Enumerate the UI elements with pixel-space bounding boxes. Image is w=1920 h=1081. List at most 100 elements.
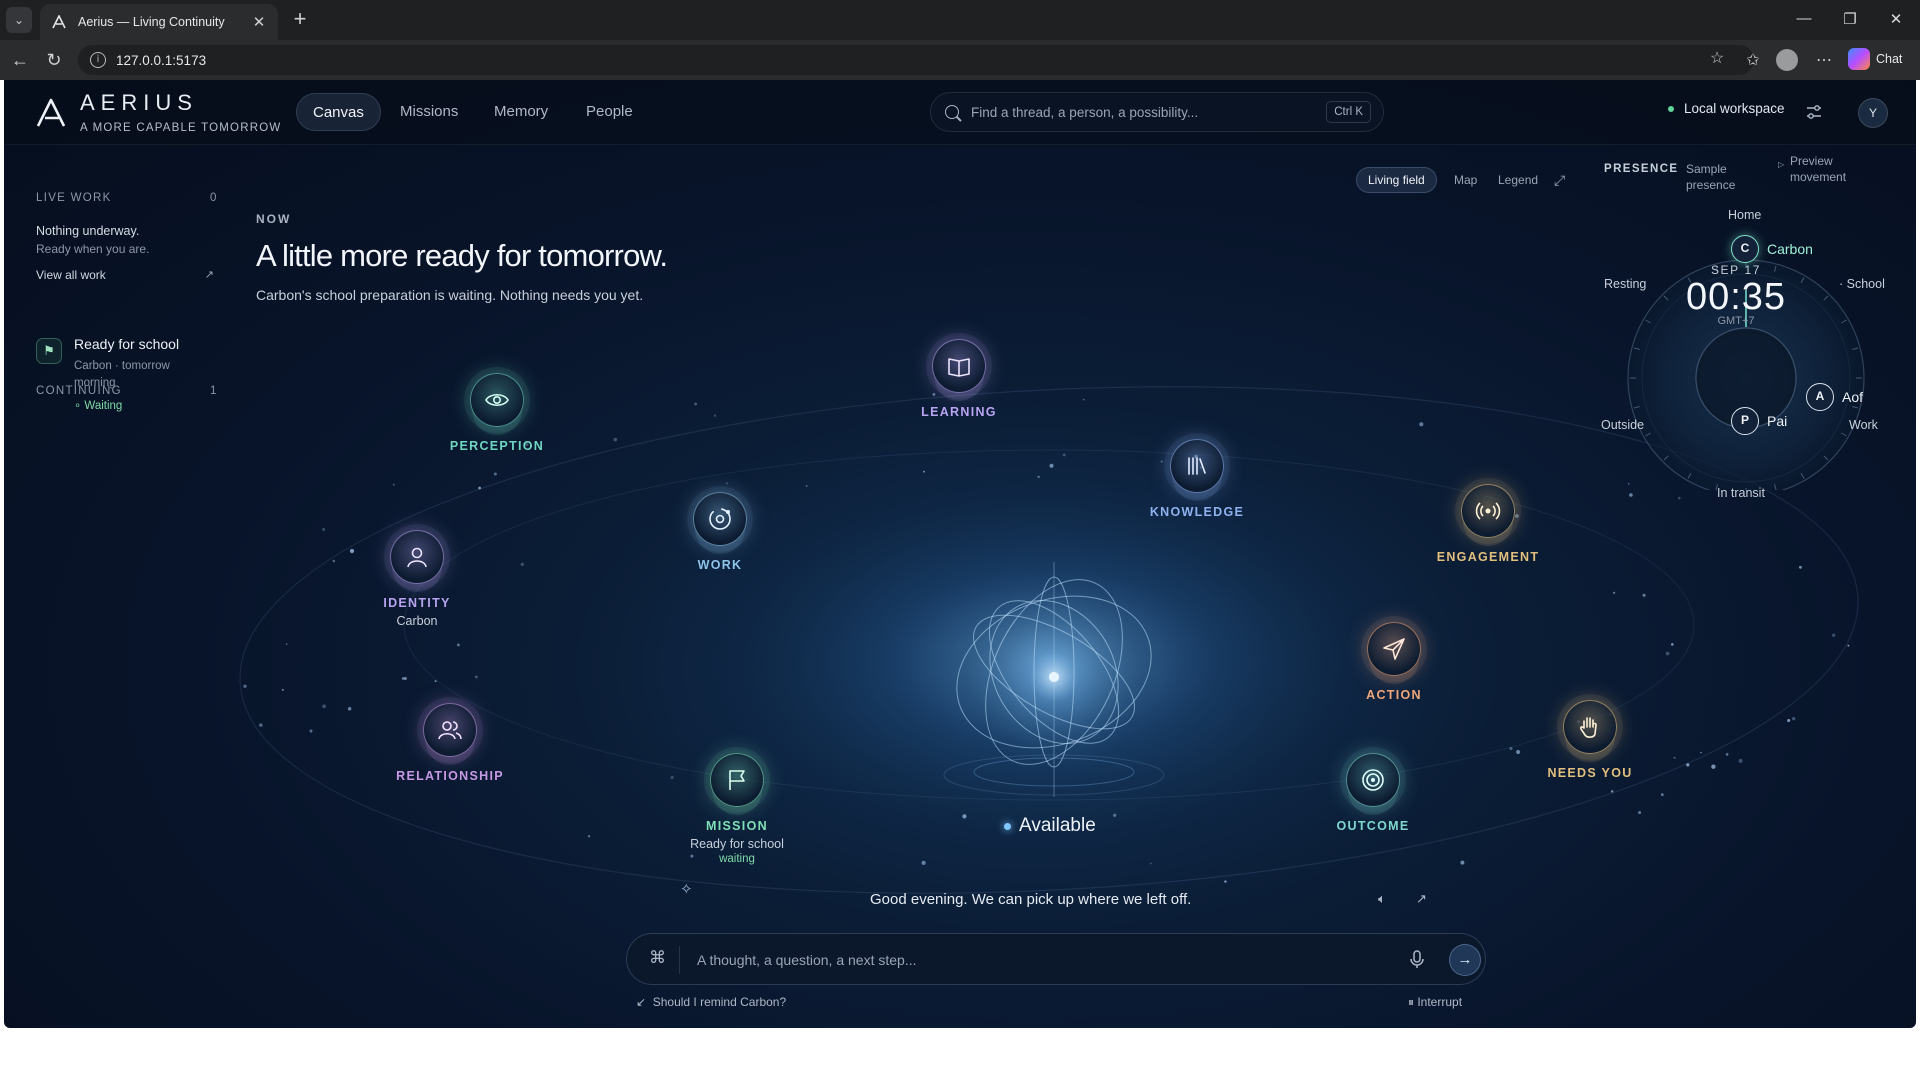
presence-mode[interactable]: Sample presence	[1686, 161, 1756, 193]
node-label: NEEDS YOU	[1547, 766, 1633, 780]
node-label: KNOWLEDGE	[1149, 505, 1245, 519]
bookmark-star-icon[interactable]: ☆	[1706, 48, 1728, 70]
command-icon[interactable]: ⌘	[649, 948, 666, 968]
interrupt-label: Interrupt	[1417, 995, 1463, 1009]
nav-tab-people[interactable]: People	[570, 93, 649, 131]
person-name: Pai	[1767, 413, 1788, 429]
site-info-icon[interactable]: i	[90, 52, 106, 68]
search-input[interactable]	[971, 104, 1311, 120]
profile-avatar[interactable]	[1776, 49, 1798, 71]
browser-tab[interactable]: Aerius — Living Continuity ✕	[40, 4, 278, 40]
tab-close-icon[interactable]: ✕	[250, 13, 268, 31]
view-living-field[interactable]: Living field	[1356, 167, 1437, 193]
node-orb	[1170, 439, 1224, 493]
node-sub: Carbon	[396, 614, 438, 628]
place-in-transit: In transit	[1717, 486, 1765, 500]
tab-search-button[interactable]: ⌄	[6, 7, 32, 33]
interrupt-button[interactable]: ⏸︎ Interrupt	[1408, 995, 1462, 1010]
view-all-work-link[interactable]: View all work ↗	[36, 268, 216, 282]
chat-button[interactable]: Chat	[1848, 48, 1902, 70]
node-label: RELATIONSHIP	[396, 769, 504, 783]
arrow-up-right-icon: ↗	[204, 269, 214, 281]
more-menu-icon[interactable]: ⋯	[1813, 50, 1835, 72]
settings-sliders-icon[interactable]	[1804, 102, 1824, 122]
target-icon	[1362, 769, 1384, 791]
node-work[interactable]: WORK	[645, 492, 795, 612]
star-particle	[713, 414, 717, 417]
reload-button[interactable]: ↻	[42, 48, 66, 72]
view-legend[interactable]: Legend	[1487, 167, 1549, 193]
search-bar[interactable]: Ctrl K	[930, 92, 1384, 132]
star-particle	[474, 675, 478, 679]
core-status-label: Available	[1019, 815, 1096, 836]
presence-person-pai[interactable]: P Pai	[1731, 407, 1787, 435]
nav-tab-missions[interactable]: Missions	[384, 93, 474, 131]
star-particle	[1613, 591, 1616, 594]
close-window-button[interactable]: ✕	[1882, 10, 1910, 28]
nav-tab-canvas[interactable]: Canvas	[296, 93, 381, 131]
star-particle	[347, 707, 352, 711]
chat-label: Chat	[1876, 52, 1903, 66]
suggestion-link[interactable]: ↙ Should I remind Carbon?	[636, 995, 786, 1009]
node-relationship[interactable]: RELATIONSHIP	[375, 703, 525, 823]
view-map[interactable]: Map	[1443, 167, 1488, 193]
star-particle	[281, 688, 284, 692]
node-action[interactable]: ACTION	[1319, 622, 1469, 742]
presence-person-carbon[interactable]: C Carbon	[1731, 235, 1813, 263]
workspace-indicator[interactable]: Local workspace	[1668, 101, 1785, 116]
person-initial-chip: P	[1731, 407, 1759, 435]
star-particle	[1049, 463, 1054, 468]
search-icon	[945, 105, 959, 119]
node-label: OUTCOME	[1336, 819, 1410, 833]
minimize-button[interactable]: —	[1790, 10, 1818, 27]
star-particle	[1629, 493, 1633, 497]
node-learning[interactable]: LEARNING	[884, 339, 1034, 459]
composer[interactable]: ⌘ →	[626, 933, 1486, 985]
place-resting: Resting	[1604, 277, 1647, 291]
node-engagement[interactable]: ENGAGEMENT	[1413, 484, 1563, 604]
preview-movement-button[interactable]: ▷ Preview movement	[1778, 153, 1880, 185]
node-needs-you[interactable]: NEEDS YOU	[1515, 700, 1665, 820]
node-identity[interactable]: IDENTITY Carbon	[342, 530, 492, 650]
microphone-icon[interactable]	[1405, 947, 1429, 971]
send-button[interactable]: →	[1449, 944, 1481, 976]
speaker-icon[interactable]: 🔈︎	[1378, 891, 1386, 907]
browser-chrome: ⌄ Aerius — Living Continuity ✕ + — ❐ ✕ ←…	[0, 0, 1920, 80]
star-particle	[923, 470, 925, 473]
node-orb	[470, 373, 524, 427]
nav-tab-memory[interactable]: Memory	[478, 93, 564, 131]
eye-icon	[485, 393, 509, 407]
flag-icon	[729, 770, 745, 790]
node-orb	[693, 492, 747, 546]
node-outcome[interactable]: OUTCOME	[1298, 753, 1448, 873]
restore-button[interactable]: ❐	[1836, 10, 1864, 28]
mission-card-status: ∘ Waiting	[74, 400, 123, 412]
node-perception[interactable]: PERCEPTION	[422, 373, 572, 493]
expand-icon[interactable]: ⤢	[1554, 172, 1565, 189]
star-particle	[322, 528, 326, 531]
star-particle	[1711, 764, 1716, 769]
composer-input[interactable]	[697, 948, 1337, 972]
star-particle	[259, 723, 263, 727]
node-mission[interactable]: MISSION Ready for school waiting	[662, 753, 812, 873]
broadcast-icon	[1475, 502, 1501, 520]
address-bar[interactable]: i 127.0.0.1:5173	[78, 45, 1754, 75]
aerius-favicon-icon	[50, 13, 68, 31]
assistant-greeting: Good evening. We can pick up where we le…	[870, 891, 1192, 908]
place-home: Home	[1728, 208, 1762, 222]
back-button[interactable]: ←	[8, 48, 32, 72]
core-sphere[interactable]	[934, 562, 1174, 802]
node-knowledge[interactable]: KNOWLEDGE	[1122, 439, 1272, 559]
arrow-up-right-icon[interactable]: ↗	[1416, 891, 1427, 907]
aerius-logo-icon	[36, 98, 66, 127]
node-status: waiting	[719, 853, 755, 865]
presence-person-aof[interactable]: A Aof	[1806, 383, 1863, 411]
star-particle	[805, 485, 808, 487]
suggestion-text: Should I remind Carbon?	[652, 995, 787, 1009]
star-particle	[1725, 753, 1729, 756]
new-tab-button[interactable]: +	[288, 8, 312, 32]
hero-subtitle: Carbon's school preparation is waiting. …	[256, 287, 644, 303]
favorites-icon[interactable]: ✩	[1742, 50, 1764, 72]
star-particle	[401, 677, 405, 680]
user-avatar[interactable]: Y	[1858, 98, 1888, 128]
